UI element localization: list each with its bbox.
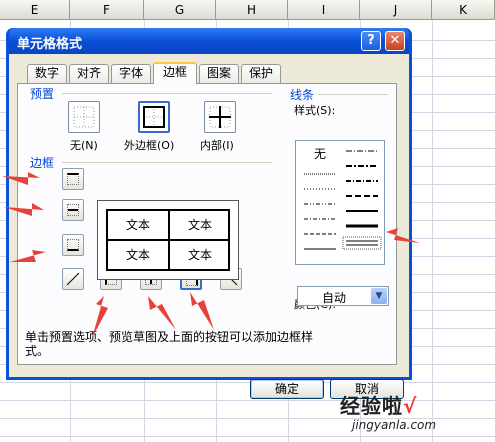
tab-font[interactable]: 字体: [111, 64, 151, 83]
border-diagonal-up-button[interactable]: [62, 268, 84, 290]
preview-cell: 文本: [125, 248, 150, 262]
chevron-down-icon[interactable]: ▼: [371, 288, 387, 304]
preview-grid[interactable]: 文本 文本 文本 文本: [106, 209, 230, 271]
format-cells-dialog: 单元格格式 ? ✕ 数字 对齐 字体 边框 图案 保护 预置 无(N) 外边框(…: [6, 28, 412, 399]
preset-inside-label: 内部(I): [200, 139, 234, 152]
preset-outline-button[interactable]: [138, 101, 170, 133]
preset-inside-icon: [209, 106, 231, 128]
preset-none-icon: [73, 106, 95, 128]
tab-patterns[interactable]: 图案: [199, 64, 239, 83]
line-group-label: 线条: [290, 88, 315, 102]
line-color-select[interactable]: 自动 ▼: [297, 286, 389, 306]
border-bottom-icon: [67, 239, 79, 251]
column-header-f[interactable]: F: [70, 0, 144, 20]
preset-inside-button[interactable]: [204, 101, 236, 133]
border-top-button[interactable]: [62, 168, 84, 190]
border-bottom-button[interactable]: [62, 234, 84, 256]
border-middle-horizontal-button[interactable]: [62, 199, 84, 221]
column-header-i[interactable]: I: [288, 0, 360, 20]
watermark-url: jingyanla.com: [352, 418, 437, 432]
line-style-list[interactable]: 无: [295, 140, 385, 265]
tab-alignment[interactable]: 对齐: [69, 64, 109, 83]
preset-none-button[interactable]: [68, 101, 100, 133]
dialog-title: 单元格格式: [17, 37, 83, 52]
line-style-samples[interactable]: [296, 141, 384, 264]
column-header-g[interactable]: G: [144, 0, 216, 20]
preview-cell: 文本: [187, 218, 212, 232]
dialog-title-bar[interactable]: 单元格格式 ? ✕: [9, 28, 409, 54]
border-middle-horizontal-icon: [67, 204, 79, 216]
column-header-h[interactable]: H: [216, 0, 288, 20]
border-preview[interactable]: 文本 文本 文本 文本: [97, 200, 239, 280]
close-button[interactable]: ✕: [385, 31, 405, 51]
line-color-value: 自动: [322, 291, 347, 305]
preset-none-label: 无(N): [70, 139, 98, 152]
line-style-label: 样式(S):: [294, 104, 336, 117]
border-group-label: 边框: [30, 156, 55, 170]
dialog-body: 数字 对齐 字体 边框 图案 保护 预置 无(N) 外边框(O) 内部(I) 边…: [9, 54, 409, 399]
column-header-e[interactable]: E: [0, 0, 70, 20]
preset-outline-label: 外边框(O): [124, 139, 175, 152]
tab-border[interactable]: 边框: [153, 62, 197, 84]
diagonal-up-icon: [66, 272, 80, 286]
watermark-logo: 经验啦√: [340, 394, 418, 418]
ok-button[interactable]: 确定: [250, 379, 324, 399]
tab-protection[interactable]: 保护: [241, 64, 281, 83]
instruction-note: 单击预置选项、预览草图及上面的按钮可以添加边框样式。: [25, 330, 314, 358]
border-top-icon: [67, 173, 79, 185]
column-header-j[interactable]: J: [360, 0, 432, 20]
column-header-k[interactable]: K: [432, 0, 495, 20]
tab-number[interactable]: 数字: [27, 64, 67, 83]
preview-cell: 文本: [125, 218, 150, 232]
presets-group-label: 预置: [30, 87, 55, 101]
help-button[interactable]: ?: [361, 31, 381, 51]
preset-outline-icon: [143, 106, 165, 128]
preview-cell: 文本: [187, 248, 212, 262]
